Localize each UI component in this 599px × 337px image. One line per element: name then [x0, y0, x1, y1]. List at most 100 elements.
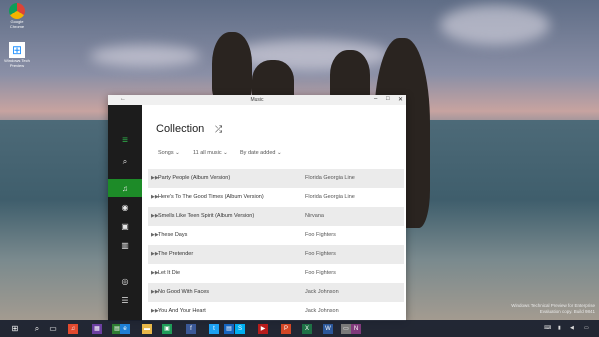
song-list: ▶▶ Party People (Album Version) Florida …	[148, 169, 404, 321]
song-row[interactable]: ▶▶ The Pretender Foo Fighters	[148, 245, 404, 264]
song-row[interactable]: ▶▶ These Days Foo Fighters	[148, 226, 404, 245]
cloud	[440, 5, 550, 45]
search-icon[interactable]: ⌕	[108, 153, 142, 171]
sort-dropdown[interactable]: By date added ⌄	[240, 150, 282, 156]
song-title: Let It Die	[158, 270, 181, 276]
music-icon: ♫	[68, 323, 78, 334]
skype-icon: S	[235, 323, 245, 334]
network-icon[interactable]: ▮	[558, 325, 561, 331]
cloud	[90, 45, 200, 67]
playlist-icon[interactable]: ▣	[108, 217, 142, 235]
desktop-icon-chrome[interactable]: Google Chrome	[4, 3, 30, 29]
taskbar-excel-button[interactable]: X	[300, 322, 314, 335]
song-row[interactable]: ▶▶ You And Your Heart Jack Johnson	[148, 302, 404, 321]
file-explorer-icon: ▬	[142, 323, 152, 334]
song-row[interactable]: ▶▶ Here's To The Good Times (Album Versi…	[148, 188, 404, 207]
excel-icon: X	[302, 323, 312, 334]
internet-explorer-icon: e	[120, 323, 130, 334]
song-artist: Foo Fighters	[305, 232, 336, 238]
desktop-icon-label: Windows Tech Preview	[4, 58, 30, 68]
taskbar-store-bag-button[interactable]: ▣	[160, 322, 174, 335]
song-artist: Jack Johnson	[305, 289, 339, 295]
store-bag-icon: ▣	[162, 323, 172, 334]
taskbar-file-explorer-button[interactable]: ▬	[140, 322, 154, 335]
song-artist: Nirvana	[305, 213, 324, 219]
song-artist: Foo Fighters	[305, 270, 336, 276]
taskbar-music-button[interactable]: ♫	[66, 322, 80, 335]
person-silhouette	[212, 32, 252, 102]
song-title: These Days	[158, 232, 188, 238]
evaluation-watermark: Windows Technical Preview for Enterprise…	[511, 303, 595, 315]
volume-icon[interactable]: ◀	[570, 325, 574, 331]
keyboard-icon[interactable]: ⌨	[544, 325, 551, 331]
taskbar-twitter-button[interactable]: t	[207, 322, 221, 335]
word-icon: W	[323, 323, 333, 334]
taskbar: ⊞ ⌕ ▭ ♫ ▦ ▤ e ▬ ▣ f t ▤ S ▶ P X W ▭ N ⌨ ▮ ◀ ▭	[0, 320, 599, 337]
app-purple-icon: ▦	[92, 323, 102, 334]
title-bar[interactable]: ← Music – □ ✕	[108, 95, 406, 105]
music-window: ← Music – □ ✕ ≡ ⌕ ♫ ◉ ▣ ▥ ◎ ☰ Collection…	[108, 95, 406, 321]
radio-icon[interactable]: ◉	[108, 198, 142, 216]
taskbar-app-purple-button[interactable]: ▦	[90, 322, 104, 335]
taskbar-task-view-button[interactable]: ▭	[46, 322, 60, 335]
desktop-icon-windows[interactable]: ⊞ Windows Tech Preview	[4, 42, 30, 68]
song-artist: Florida Georgia Line	[305, 175, 355, 181]
source-filter-dropdown[interactable]: 11 all music ⌄	[193, 150, 228, 156]
taskbar-powerpoint-button[interactable]: P	[279, 322, 293, 335]
facebook-icon: f	[186, 323, 196, 334]
hamburger-menu-icon[interactable]: ≡	[108, 131, 142, 149]
song-artist: Florida Georgia Line	[305, 194, 355, 200]
song-title: The Pretender	[158, 251, 194, 257]
song-title: No Good With Faces	[158, 289, 210, 295]
songs-filter-dropdown[interactable]: Songs ⌄	[158, 150, 180, 156]
song-row[interactable]: ▶▶ Party People (Album Version) Florida …	[148, 169, 404, 188]
taskbar-facebook-button[interactable]: f	[184, 322, 198, 335]
onenote-icon: N	[351, 323, 361, 334]
task-view-icon: ▭	[49, 324, 57, 333]
queue-icon[interactable]: ☰	[108, 291, 142, 309]
chevron-down-icon: ⌄	[277, 150, 282, 156]
maximize-button[interactable]: □	[386, 96, 390, 102]
shuffle-icon[interactable]: ⤮	[215, 124, 222, 135]
search-icon: ⌕	[34, 323, 40, 333]
twitter-icon: t	[209, 323, 219, 334]
page-title: Collection	[156, 123, 205, 135]
song-artist: Jack Johnson	[305, 308, 339, 314]
chart-icon[interactable]: ▥	[108, 236, 142, 254]
watermark-line: Evaluation copy. Build 9841	[539, 309, 595, 314]
taskbar-video-button[interactable]: ▶	[256, 322, 270, 335]
song-title: Party People (Album Version)	[158, 175, 231, 181]
taskbar-start-button[interactable]: ⊞	[8, 322, 22, 335]
filter-label: Songs	[158, 150, 174, 156]
chevron-down-icon: ⌄	[223, 150, 228, 156]
song-title: You And Your Heart	[158, 308, 206, 314]
notification-icon[interactable]: ▭	[584, 325, 589, 331]
filter-label: By date added	[240, 150, 276, 156]
taskbar-skype-button[interactable]: S	[233, 322, 247, 335]
close-button[interactable]: ✕	[398, 96, 403, 103]
chevron-down-icon: ⌄	[175, 150, 180, 156]
collection-icon[interactable]: ♫	[108, 179, 142, 197]
song-artist: Foo Fighters	[305, 251, 336, 257]
start-icon: ⊞	[11, 324, 19, 333]
taskbar-internet-explorer-button[interactable]: e	[118, 322, 132, 335]
chrome-icon	[9, 3, 25, 19]
windows-logo-icon: ⊞	[9, 42, 25, 58]
taskbar-onenote-button[interactable]: N	[349, 322, 363, 335]
minimize-button[interactable]: –	[374, 96, 377, 102]
song-row[interactable]: ▶▶ Smells Like Teen Spirit (Album Versio…	[148, 207, 404, 226]
song-title: Smells Like Teen Spirit (Album Version)	[158, 213, 255, 219]
main-content: Collection ⤮ Songs ⌄ 11 all music ⌄ By d…	[142, 105, 406, 321]
taskbar-search-button[interactable]: ⌕	[30, 322, 44, 335]
desktop-icon-label: Google Chrome	[9, 19, 25, 29]
song-row[interactable]: ▶▶ No Good With Faces Jack Johnson	[148, 283, 404, 302]
now-playing-icon[interactable]: ◎	[108, 272, 142, 290]
video-icon: ▶	[258, 323, 268, 334]
song-title: Here's To The Good Times (Album Version)	[158, 194, 264, 200]
powerpoint-icon: P	[281, 323, 291, 334]
filter-label: 11 all music	[193, 150, 222, 156]
song-row[interactable]: ▶▶ Let It Die Foo Fighters	[148, 264, 404, 283]
taskbar-word-button[interactable]: W	[321, 322, 335, 335]
window-title: Music	[250, 97, 264, 103]
sidebar: ≡ ⌕ ♫ ◉ ▣ ▥ ◎ ☰	[108, 105, 142, 321]
